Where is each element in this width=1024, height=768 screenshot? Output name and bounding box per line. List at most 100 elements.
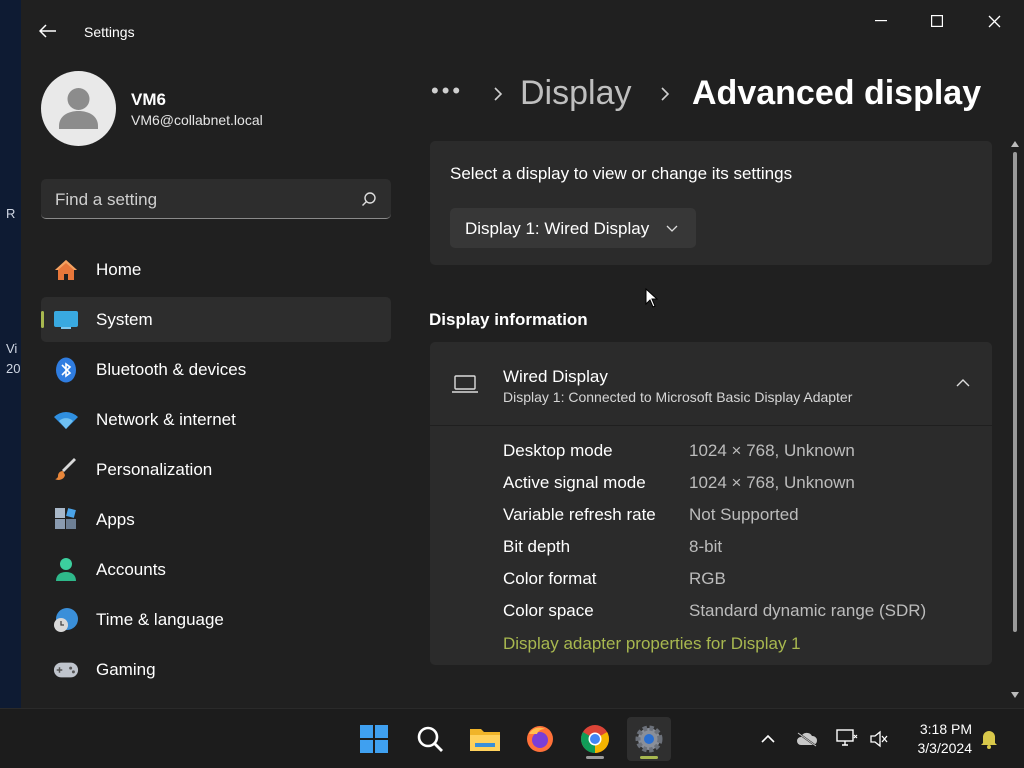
desktop-background: R Vi 20 — [0, 0, 21, 708]
scroll-up-icon[interactable] — [1010, 139, 1020, 149]
search-placeholder: Find a setting — [55, 190, 158, 209]
system-icon — [53, 307, 79, 333]
desktop-icon-label: R — [6, 206, 16, 221]
sidebar-item-personalization[interactable]: Personalization — [41, 447, 391, 492]
network-status-button[interactable] — [836, 728, 858, 750]
info-key: Desktop mode — [503, 441, 613, 460]
sidebar-item-home[interactable]: Home — [41, 247, 391, 292]
info-row-desktop-mode: Desktop mode 1024 × 768, Unknown — [503, 441, 973, 463]
sidebar-item-label: Apps — [96, 509, 135, 529]
chevron-up-icon — [956, 379, 970, 387]
home-icon — [53, 257, 79, 283]
scroll-down-icon[interactable] — [1010, 690, 1020, 700]
display-select-dropdown[interactable]: Display 1: Wired Display — [450, 208, 696, 248]
profile-email: VM6@collabnet.local — [131, 112, 263, 128]
profile-name: VM6 — [131, 90, 166, 109]
info-value: 8-bit — [689, 537, 723, 556]
accounts-icon — [53, 557, 79, 583]
taskbar-clock-date[interactable]: 3/3/2024 — [900, 740, 973, 756]
running-indicator — [586, 756, 604, 759]
settings-window: Settings VM6 VM6@collabnet.local Find a … — [21, 0, 1024, 708]
maximize-button[interactable] — [914, 6, 960, 36]
info-value: 1024 × 768, Unknown — [689, 441, 855, 460]
info-key: Color format — [503, 569, 597, 588]
search-icon — [417, 726, 443, 752]
sidebar-item-bluetooth[interactable]: Bluetooth & devices — [41, 347, 391, 392]
taskbar-clock-time[interactable]: 3:18 PM — [912, 721, 972, 737]
sidebar-item-gaming[interactable]: Gaming — [41, 647, 391, 692]
start-icon — [360, 725, 388, 753]
notification-bell-icon — [981, 731, 997, 749]
sidebar-item-label: Bluetooth & devices — [96, 359, 247, 379]
info-row-color-space: Color space Standard dynamic range (SDR) — [503, 601, 973, 623]
info-value: Standard dynamic range (SDR) — [689, 601, 927, 620]
display-information-card: Wired Display Display 1: Connected to Mi… — [430, 342, 992, 665]
sidebar-item-label: Time & language — [96, 609, 224, 629]
display-info-header[interactable]: Wired Display Display 1: Connected to Mi… — [430, 342, 992, 426]
sidebar-item-label: Accounts — [96, 559, 166, 579]
sidebar-item-label: Network & internet — [96, 409, 236, 429]
taskbar-settings[interactable] — [627, 717, 671, 761]
sidebar-item-network[interactable]: Network & internet — [41, 397, 391, 442]
display-select-value: Display 1: Wired Display — [465, 219, 650, 238]
taskbar-firefox[interactable] — [518, 717, 562, 761]
chevron-right-icon — [661, 87, 670, 101]
maximize-icon — [931, 15, 943, 27]
display-adapter-properties-link[interactable]: Display adapter properties for Display 1 — [503, 634, 801, 654]
sidebar-item-label: Gaming — [96, 659, 156, 679]
info-row-variable-refresh-rate: Variable refresh rate Not Supported — [503, 505, 973, 527]
info-key: Active signal mode — [503, 473, 646, 492]
sidebar-item-apps[interactable]: Apps — [41, 497, 391, 542]
sidebar-item-time-language[interactable]: Time & language — [41, 597, 391, 642]
active-indicator — [640, 756, 658, 759]
chevron-up-icon — [761, 734, 775, 743]
sidebar-item-system[interactable]: System — [41, 297, 391, 342]
info-row-bit-depth: Bit depth 8-bit — [503, 537, 973, 559]
sidebar-item-accounts[interactable]: Accounts — [41, 547, 391, 592]
settings-icon — [635, 725, 663, 753]
sidebar-item-label: System — [96, 309, 153, 329]
info-row-color-format: Color format RGB — [503, 569, 973, 591]
scrollbar-thumb[interactable] — [1013, 152, 1017, 632]
search-input[interactable]: Find a setting — [41, 179, 391, 219]
onedrive-icon — [797, 732, 818, 747]
section-title: Display information — [429, 310, 588, 329]
display-name: Wired Display — [503, 367, 608, 386]
volume-icon — [870, 730, 888, 748]
breadcrumb-display-link[interactable]: Display — [520, 74, 631, 113]
show-hidden-icons-button[interactable] — [757, 728, 779, 750]
breadcrumb-overflow-button[interactable]: ••• — [431, 78, 463, 104]
onedrive-button[interactable] — [796, 728, 818, 750]
avatar[interactable] — [41, 71, 116, 146]
back-arrow-icon — [39, 24, 56, 38]
sidebar-item-label: Personalization — [96, 459, 213, 479]
taskbar-file-explorer[interactable] — [463, 717, 507, 761]
taskbar: 3:18 PM 3/3/2024 — [0, 708, 1024, 768]
desktop-icon-label: Vi — [6, 341, 18, 356]
title-bar: Settings — [21, 0, 1024, 44]
back-button[interactable] — [35, 18, 61, 44]
sidebar-nav: Home System Bluetooth & devices Network … — [41, 247, 391, 697]
minimize-icon — [875, 20, 887, 22]
page-title: Advanced display — [692, 74, 982, 112]
volume-button[interactable] — [868, 728, 890, 750]
taskbar-chrome[interactable] — [573, 717, 617, 761]
apps-icon — [53, 507, 79, 533]
firefox-icon — [527, 726, 553, 752]
taskbar-search-button[interactable] — [408, 717, 452, 761]
info-key: Bit depth — [503, 537, 571, 556]
user-icon — [59, 88, 98, 129]
time-language-icon — [53, 607, 79, 633]
network-icon — [53, 407, 79, 433]
close-button[interactable] — [971, 6, 1017, 36]
chevron-right-icon — [494, 87, 503, 101]
laptop-icon — [452, 375, 478, 393]
start-button[interactable] — [352, 717, 396, 761]
desktop-icon-label: 20 — [6, 361, 21, 376]
display-subtitle: Display 1: Connected to Microsoft Basic … — [503, 389, 853, 405]
info-value: Not Supported — [689, 505, 799, 524]
select-display-card: Select a display to view or change its s… — [430, 141, 992, 265]
minimize-button[interactable] — [858, 6, 904, 36]
notifications-button[interactable] — [978, 728, 1000, 750]
info-key: Color space — [503, 601, 594, 620]
